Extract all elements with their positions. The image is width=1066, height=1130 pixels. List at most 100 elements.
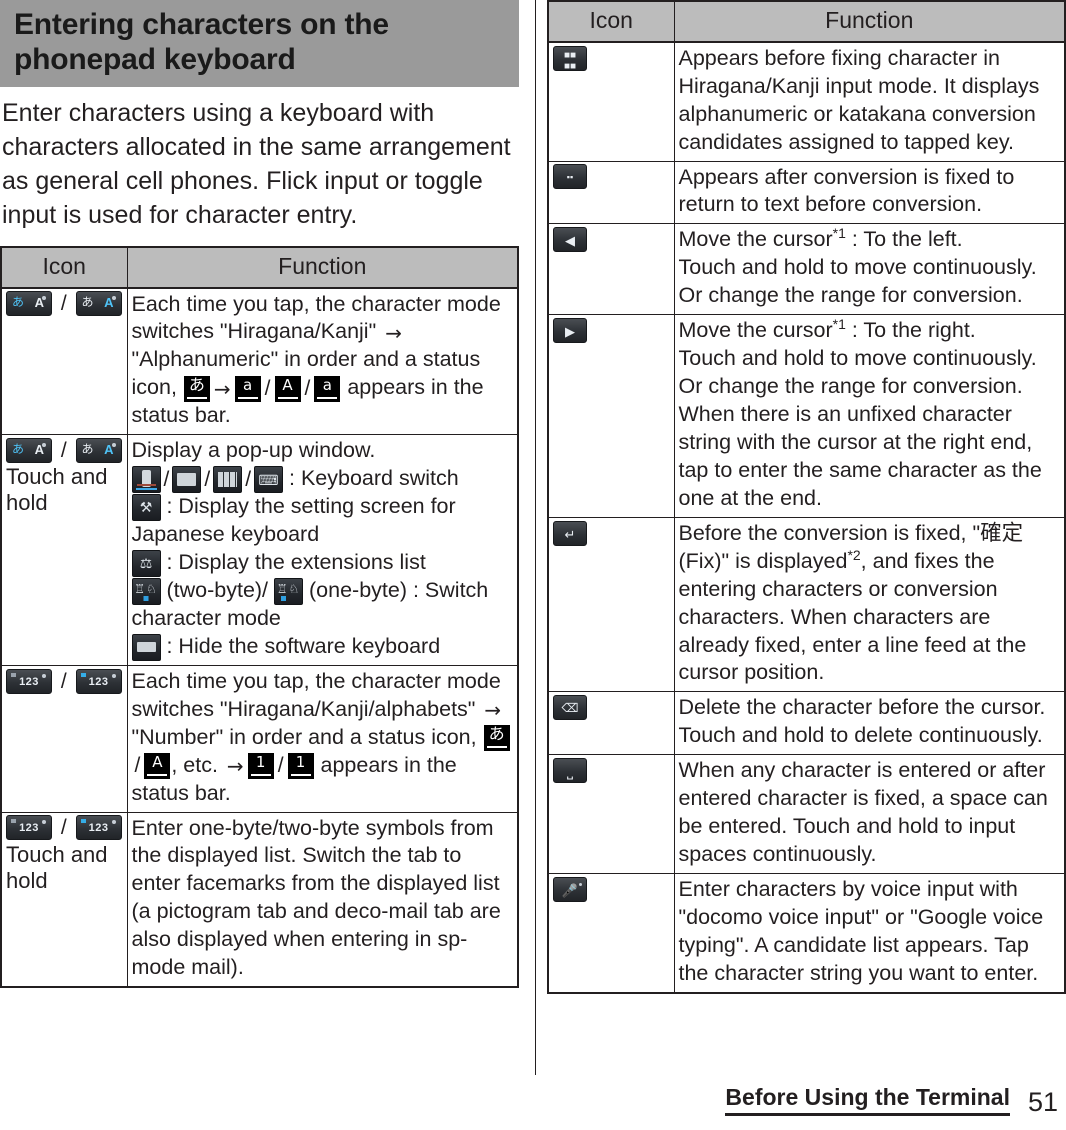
column-header-function: Function (126, 246, 519, 289)
row2-line-6: : Hide the software keyboard (131, 633, 514, 661)
row2-line-1: Display a pop-up window. (131, 438, 376, 463)
icon-separator: / (60, 816, 67, 840)
space-key-icon: ⎵ (553, 758, 587, 784)
keyboard-handwriting-icon: ⌨ (254, 466, 284, 494)
conversion-candidates-key-icon: ■■ ■■ (553, 45, 587, 71)
touch-and-hold-label: Touch and hold (6, 841, 108, 893)
row1-sep-2: / (304, 377, 311, 401)
number-mode-key-icon-alt: 123 (75, 815, 122, 841)
cursor-left-key-icon: ◀ (553, 227, 587, 253)
table-row: 123 / 123 Touch and hold Enter one-byte/… (0, 811, 519, 988)
icon-separator: / (60, 669, 67, 693)
row3-sep-1: / (134, 754, 141, 778)
function-cell: Display a pop-up window. / / / ⌨ : Keyboard… (126, 434, 519, 666)
intro-paragraph: Enter characters using a keyboard with c… (2, 98, 511, 229)
hide-keyboard-icon (131, 633, 161, 661)
icon-cell: ⌫ (547, 691, 675, 756)
voice-input-key-icon: 🎤 (553, 876, 587, 902)
icon-cell: ◀ (547, 223, 675, 316)
row-cursor-left-line-2: Touch and hold to move continuously. (678, 255, 1037, 280)
row2-line-2: / / / ⌨ : Keyboard switch (131, 465, 514, 494)
icon-cell: ■■ ■■ (547, 41, 675, 162)
row1-text-1: Each time you tap, the character mode sw… (131, 291, 501, 344)
character-mode-key-icon-alt: あA (75, 438, 122, 464)
row2-line-4-suffix: : Display the extensions list (166, 550, 426, 575)
column-divider (535, 0, 536, 1075)
icon-cell: あA / あA Touch and hold (0, 434, 128, 666)
row1-sep-1: / (264, 377, 271, 401)
function-cell: Appears before fixing character in Hirag… (673, 41, 1066, 162)
enter-text-b: (Fix)" is displayed (678, 548, 848, 573)
right-key-table: Icon Function ■■ ■■ Appears before fixing… (547, 0, 1066, 994)
function-cell: When any character is entered or after e… (673, 754, 1066, 874)
table-row: あA / あA Touch and hold Display a pop-up … (0, 434, 519, 666)
table-row: ▶ Move the cursor*1 : To the right. Touc… (547, 314, 1066, 518)
table-header-row: Icon Function (547, 0, 1066, 43)
keyboard-grid-icon (213, 466, 243, 494)
status-icon-number-1-alt: 1 (287, 752, 314, 779)
character-mode-key-icon: あA (6, 438, 52, 464)
icon-cell: 123 / 123 Touch and hold (0, 811, 128, 988)
table-header-row: Icon Function (0, 246, 519, 289)
row3-arrow-1: → (484, 698, 502, 723)
function-cell: Move the cursor*1 : To the right. Touch … (673, 314, 1066, 518)
table-row: ⌫ Delete the character before the cursor… (547, 691, 1066, 756)
left-column: Entering characters on the phonepad keyb… (0, 0, 519, 989)
status-icon-uppercase-a: A (144, 752, 171, 779)
row2-line-4: ⚖ : Display the extensions list (131, 549, 514, 577)
row1-arrow-2: → (213, 376, 231, 401)
table-row: ▪▪ Appears after conversion is fixed to … (547, 160, 1066, 225)
row2-line-3-suffix: : Display the setting screen for Japanes… (131, 494, 456, 547)
backspace-key-icon: ⌫ (553, 695, 587, 721)
function-cell: Before the conversion is fixed, "確定 (Fix… (673, 516, 1066, 693)
row2-line-5-a: (two-byte)/ (166, 577, 269, 602)
keyboard-qwerty-icon (172, 466, 202, 494)
left-key-table: Icon Function あA / あA Each time you tap,… (0, 245, 519, 989)
settings-tools-icon: ⚒ (131, 493, 161, 521)
one-byte-mode-icon: ♖♘ (274, 577, 304, 605)
function-cell: Move the cursor*1 : To the left. Touch a… (673, 223, 1066, 316)
table-row: ■■ ■■ Appears before fixing character in … (547, 41, 1066, 162)
row3-arrow-2: → (226, 753, 244, 778)
row3-text-1: Each time you tap, the character mode sw… (131, 668, 501, 721)
right-column: Icon Function ■■ ■■ Appears before fixing… (547, 0, 1066, 994)
page-footer: Before Using the Terminal 51 (0, 1082, 1066, 1122)
row2-line-2-suffix: : Keyboard switch (289, 466, 459, 491)
function-cell: Enter one-byte/two-byte symbols from the… (126, 811, 519, 988)
row2-line-6-suffix: : Hide the software keyboard (166, 633, 441, 658)
table-row: ↵ Before the conversion is fixed, "確定 (F… (547, 516, 1066, 693)
cursor-right-key-icon: ▶ (553, 318, 587, 344)
row-cursor-right-line-2: Touch and hold to move continuously. (678, 346, 1037, 371)
number-mode-key-icon: 123 (6, 815, 52, 841)
row3-text-2: "Number" in order and a status icon, (131, 724, 483, 749)
footer-section-title: Before Using the Terminal (725, 1084, 1010, 1116)
row1-arrow-1: → (385, 320, 402, 345)
manual-page: Entering characters on the phonepad keyb… (0, 0, 1066, 1130)
enter-footnote: *2 (847, 546, 861, 563)
section-heading-band: Entering characters on the phonepad keyb… (0, 0, 519, 87)
row-cursor-left-line-1: Move the cursor*1 : To the left. (678, 225, 963, 252)
row-cursor-right-line-1: Move the cursor*1 : To the right. (678, 316, 976, 343)
table-row: 123 / 123 Each time you tap, the charact… (0, 664, 519, 813)
icon-separator: / (60, 292, 67, 316)
row-cursor-left-line-3: Or change the range for conversion. (678, 283, 1023, 308)
function-cell: Enter characters by voice input with "do… (673, 872, 1066, 994)
status-icon-number-1: 1 (247, 752, 274, 779)
table-row: 🎤 Enter characters by voice input with "… (547, 872, 1066, 994)
keyboard-phonepad-icon (131, 466, 161, 494)
row2-line-5: ♖♘ (two-byte)/ ♖♘ (one-byte) : Switch ch… (131, 577, 514, 633)
table-row: ⎵ When any character is entered or after… (547, 754, 1066, 874)
icon-cell: ▪▪ (547, 160, 675, 225)
page-title: Entering characters on the phonepad keyb… (14, 8, 389, 77)
enter-key-icon: ↵ (553, 520, 587, 546)
row2-line-3: ⚒ : Display the setting screen for Japan… (131, 493, 514, 549)
table-row: ◀ Move the cursor*1 : To the left. Touch… (547, 223, 1066, 316)
table-row: あA / あA Each time you tap, the character… (0, 287, 519, 436)
touch-and-hold-label: Touch and hold (6, 464, 108, 516)
row-cursor-right-line-3: Or change the range for conversion. When… (678, 374, 1042, 510)
status-icon-hiragana: あ (483, 724, 510, 751)
two-byte-mode-icon: ♖♘ (131, 577, 161, 605)
column-header-icon: Icon (547, 0, 675, 43)
function-cell: Each time you tap, the character mode sw… (126, 664, 519, 813)
enter-text-a: Before the conversion is fixed, " (678, 520, 981, 545)
